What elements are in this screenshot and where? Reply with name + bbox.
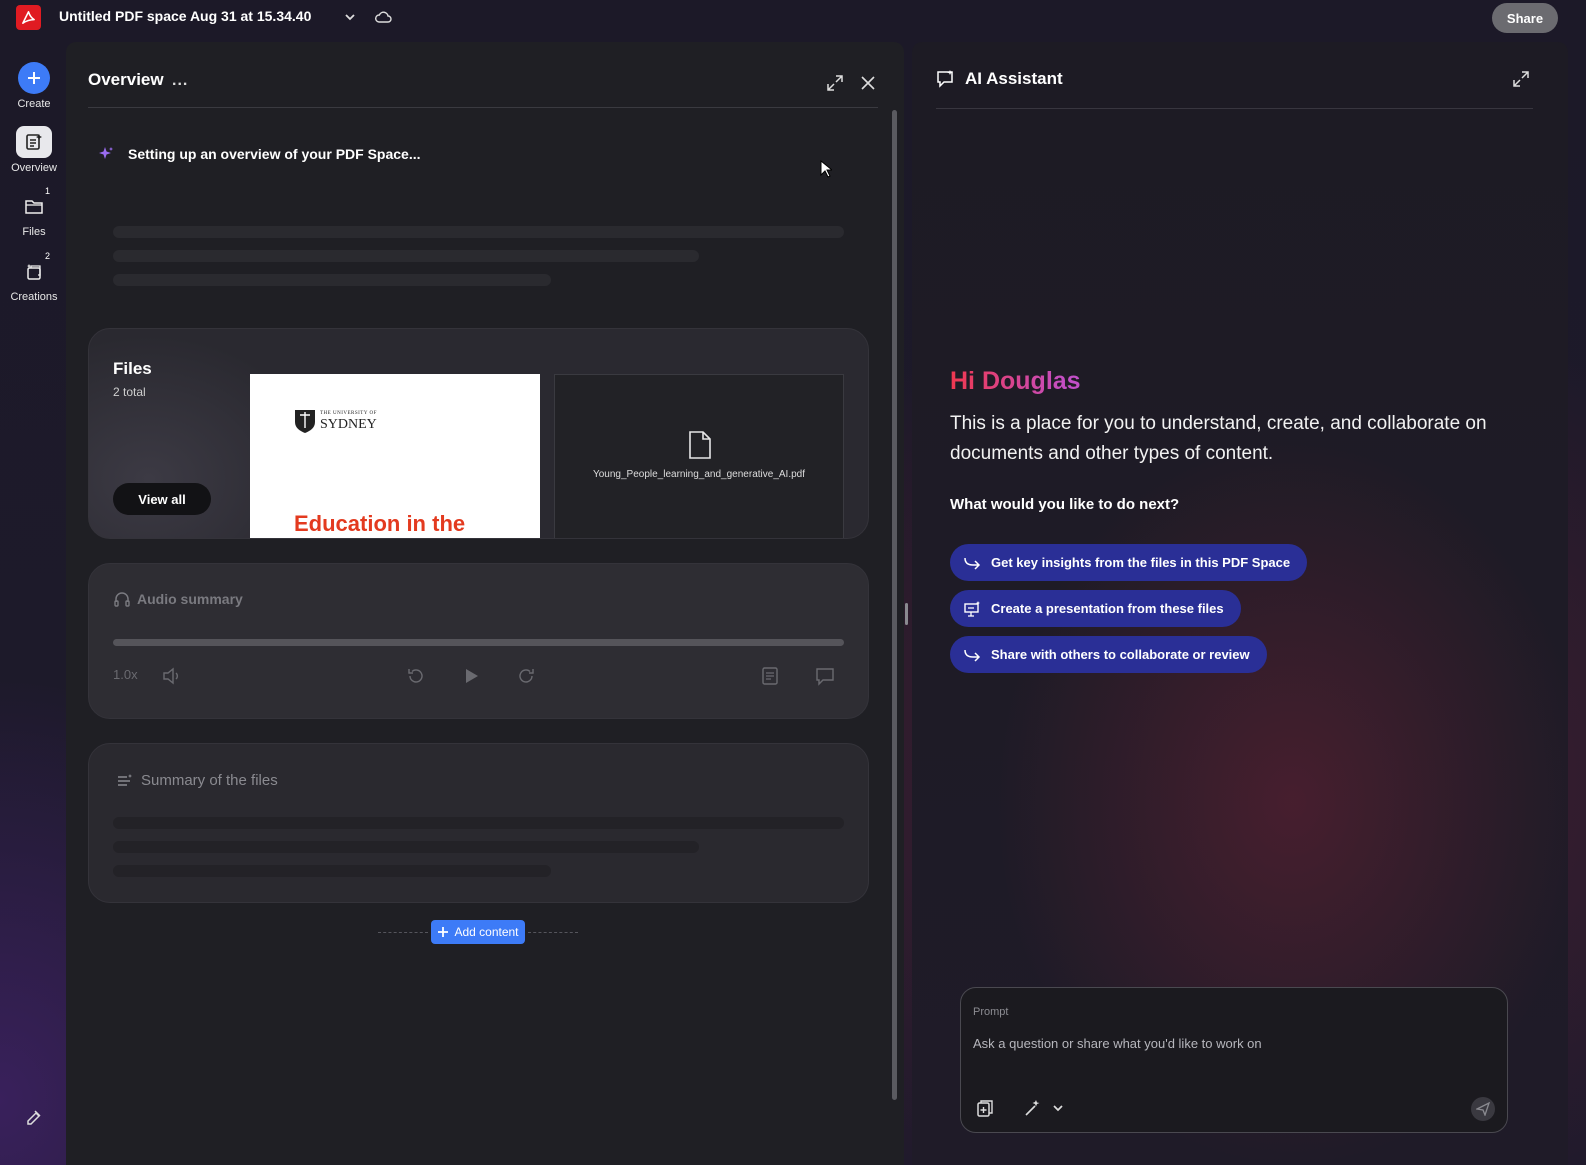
- next-question: What would you like to do next?: [950, 496, 1180, 513]
- expand-icon[interactable]: [1512, 70, 1530, 88]
- rail-item-overview[interactable]: Overview: [0, 126, 68, 174]
- suggestion-create-presentation[interactable]: Create a presentation from these files: [950, 590, 1241, 627]
- loading-skeleton: [113, 865, 551, 877]
- ai-assistant-header: AI Assistant: [936, 69, 1063, 89]
- panel-resize-handle[interactable]: [905, 603, 908, 625]
- greeting: Hi Douglas: [950, 367, 1081, 395]
- audio-summary-header: Audio summary: [113, 590, 243, 608]
- acrobat-logo-icon[interactable]: [16, 5, 41, 30]
- summary-icon: [118, 773, 132, 786]
- overview-panel: Overview ... Setting up an overview of y…: [66, 42, 904, 1165]
- volume-icon[interactable]: [161, 665, 183, 687]
- creations-icon: 2: [18, 251, 50, 287]
- summary-header: Summary of the files: [117, 772, 278, 789]
- chevron-down-icon[interactable]: [343, 10, 357, 24]
- university-name-small: THE UNIVERSITY OF: [320, 411, 377, 416]
- suggestion-label: Get key insights from the files in this …: [991, 555, 1291, 570]
- presentation-icon: [964, 600, 980, 617]
- suggestion-key-insights[interactable]: Get key insights from the files in this …: [950, 544, 1308, 581]
- view-all-button[interactable]: View all: [113, 483, 211, 515]
- tools-icon[interactable]: [24, 1107, 44, 1127]
- rail-label-create: Create: [17, 98, 51, 110]
- left-rail: Create Overview 1 Files 2 Creations: [0, 42, 66, 1165]
- prompt-input[interactable]: [973, 1032, 1493, 1054]
- more-options-button[interactable]: ...: [172, 72, 188, 90]
- cloud-icon[interactable]: [374, 9, 392, 25]
- overview-divider: [88, 107, 878, 108]
- creations-count-badge: 2: [44, 251, 50, 261]
- send-button[interactable]: [1471, 1097, 1495, 1121]
- forward-15-icon[interactable]: [515, 665, 537, 687]
- ai-chat-icon: [937, 70, 953, 88]
- file-name: Young_People_learning_and_generative_AI.…: [592, 469, 806, 480]
- audio-progress-track[interactable]: [113, 639, 844, 646]
- ai-assistant-panel: AI Assistant Hi Douglas This is a place …: [912, 42, 1568, 1165]
- headphones-icon: [114, 592, 130, 607]
- files-card: Files 2 total View all THE UNIVERSITY OF…: [88, 328, 869, 539]
- files-card-title: Files: [113, 359, 152, 378]
- intro-text: This is a place for you to understand, c…: [950, 413, 1487, 464]
- playback-speed[interactable]: 1.0x: [113, 667, 138, 682]
- close-icon[interactable]: [859, 74, 877, 92]
- share-button[interactable]: Share: [1492, 3, 1558, 33]
- prompt-box: Prompt: [960, 987, 1508, 1133]
- suggestion-share-collaborate[interactable]: Share with others to collaborate or revi…: [950, 636, 1267, 673]
- thumbnail-heading: Education in the: [294, 511, 466, 536]
- audio-summary-card: Audio summary 1.0x: [88, 563, 869, 719]
- ai-divider: [936, 108, 1533, 109]
- summary-title: Summary of the files: [141, 772, 278, 789]
- suggestion-label: Share with others to collaborate or revi…: [991, 647, 1250, 662]
- rail-item-create[interactable]: Create: [0, 62, 68, 110]
- expand-icon[interactable]: [826, 74, 844, 92]
- overview-scrollbar[interactable]: [892, 110, 897, 1100]
- loading-skeleton: [113, 817, 844, 829]
- rail-label-overview: Overview: [11, 162, 57, 174]
- comment-icon[interactable]: [814, 665, 836, 687]
- overview-title: Overview: [88, 70, 164, 89]
- university-crest-icon: [295, 410, 315, 433]
- magic-wand-icon[interactable]: [1023, 1098, 1043, 1118]
- transcript-icon[interactable]: [759, 665, 781, 687]
- play-icon[interactable]: [460, 665, 482, 687]
- rail-label-creations: Creations: [10, 291, 58, 303]
- rail-item-files[interactable]: 1 Files: [0, 186, 68, 238]
- rewind-15-icon[interactable]: [405, 665, 427, 687]
- files-total-count: 2 total: [113, 385, 146, 399]
- plus-icon: [18, 62, 50, 94]
- send-icon: [1476, 1102, 1490, 1116]
- rail-label-files: Files: [22, 226, 46, 238]
- loading-skeleton: [113, 274, 551, 286]
- summary-card: Summary of the files: [88, 743, 869, 903]
- arrow-return-icon: [964, 557, 981, 570]
- attach-file-icon[interactable]: [975, 1098, 995, 1118]
- add-content-label: Add content: [454, 925, 519, 939]
- loading-skeleton: [113, 226, 844, 238]
- document-icon: [689, 431, 711, 459]
- audio-summary-title: Audio summary: [137, 591, 243, 607]
- mouse-cursor-icon: [820, 160, 832, 178]
- loading-skeleton: [113, 841, 699, 853]
- overview-icon: [16, 126, 52, 158]
- folder-icon: 1: [18, 186, 50, 222]
- rail-item-creations[interactable]: 2 Creations: [0, 251, 68, 303]
- add-content-divider: [378, 932, 428, 933]
- add-content-button[interactable]: Add content: [431, 920, 525, 944]
- file-thumbnail[interactable]: THE UNIVERSITY OF SYDNEY Education in th…: [250, 374, 540, 538]
- university-name: SYDNEY: [320, 417, 377, 432]
- files-count-badge: 1: [44, 186, 50, 196]
- top-bar: Untitled PDF space Aug 31 at 15.34.40 Sh…: [0, 0, 1586, 36]
- prompt-label: Prompt: [973, 1006, 1009, 1018]
- suggestion-label: Create a presentation from these files: [991, 601, 1224, 616]
- arrow-return-icon: [964, 649, 981, 662]
- sparkle-icon: [99, 147, 113, 159]
- file-thumbnail[interactable]: Young_People_learning_and_generative_AI.…: [554, 374, 844, 538]
- document-title[interactable]: Untitled PDF space Aug 31 at 15.34.40: [59, 8, 311, 24]
- plus-icon: [438, 927, 449, 937]
- ai-assistant-title: AI Assistant: [965, 69, 1063, 88]
- loading-skeleton: [113, 250, 699, 262]
- setup-text: Setting up an overview of your PDF Space…: [128, 146, 421, 162]
- add-content-divider: [528, 932, 578, 933]
- setup-status: Setting up an overview of your PDF Space…: [98, 146, 421, 162]
- chevron-down-icon[interactable]: [1051, 1101, 1065, 1115]
